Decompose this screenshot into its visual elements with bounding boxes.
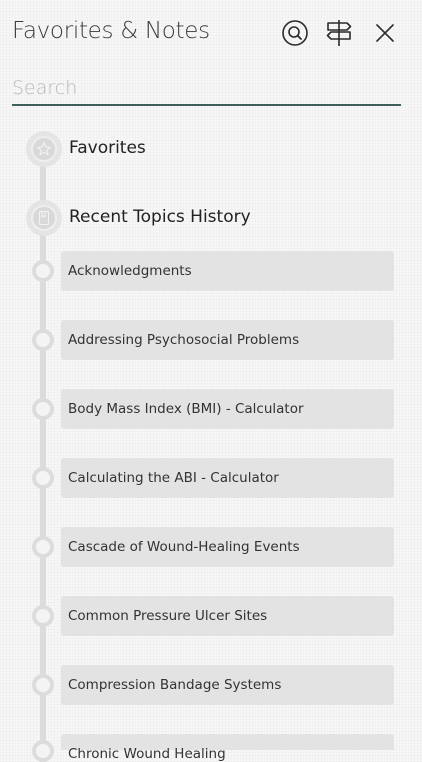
timeline-node: [32, 536, 54, 558]
page-title: Favorites & Notes: [12, 18, 210, 44]
recent-topic-item[interactable]: Compression Bandage Systems: [61, 665, 394, 705]
timeline-node: [32, 740, 54, 762]
recent-topic-label: Cascade of Wound-Healing Events: [68, 539, 300, 555]
timeline-node: [32, 605, 54, 627]
close-button[interactable]: [368, 16, 402, 50]
search-field: [12, 74, 401, 106]
favorites-node: [26, 131, 62, 167]
timeline-node: [32, 398, 54, 420]
search-button[interactable]: [278, 16, 312, 50]
bookmark-icon: [38, 210, 50, 226]
search-icon: [282, 20, 308, 46]
recent-topic-label: Calculating the ABI - Calculator: [68, 470, 279, 486]
header-bar: Favorites & Notes: [0, 0, 422, 66]
recent-topics-section-title: Recent Topics History: [69, 207, 251, 227]
directions-button[interactable]: [322, 16, 356, 50]
recent-topic-item[interactable]: Acknowledgments: [61, 251, 394, 291]
signpost-icon: [326, 20, 352, 46]
timeline-node: [32, 329, 54, 351]
recent-topic-item[interactable]: Chronic Wound Healing: [61, 734, 394, 762]
recent-topic-label: Chronic Wound Healing: [68, 746, 226, 762]
star-icon: [36, 141, 52, 156]
recent-node: [26, 200, 62, 236]
recent-topic-label: Common Pressure Ulcer Sites: [68, 608, 268, 624]
timeline-node: [32, 260, 54, 282]
recent-topic-item[interactable]: Body Mass Index (BMI) - Calculator: [61, 389, 394, 429]
recent-topic-item[interactable]: Calculating the ABI - Calculator: [61, 458, 394, 498]
search-input[interactable]: [12, 74, 401, 102]
recent-topic-label: Compression Bandage Systems: [68, 677, 282, 693]
close-icon: [376, 24, 394, 42]
recent-topic-item[interactable]: Addressing Psychosocial Problems: [61, 320, 394, 360]
recent-topic-item[interactable]: Common Pressure Ulcer Sites: [61, 596, 394, 636]
recent-topic-item[interactable]: Cascade of Wound-Healing Events: [61, 527, 394, 567]
favorites-section-title[interactable]: Favorites: [69, 138, 146, 158]
recent-topic-label: Addressing Psychosocial Problems: [68, 332, 300, 348]
timeline-node: [32, 467, 54, 489]
recent-topic-label: Acknowledgments: [68, 263, 192, 279]
timeline-node: [32, 674, 54, 696]
recent-topic-label: Body Mass Index (BMI) - Calculator: [68, 401, 304, 417]
